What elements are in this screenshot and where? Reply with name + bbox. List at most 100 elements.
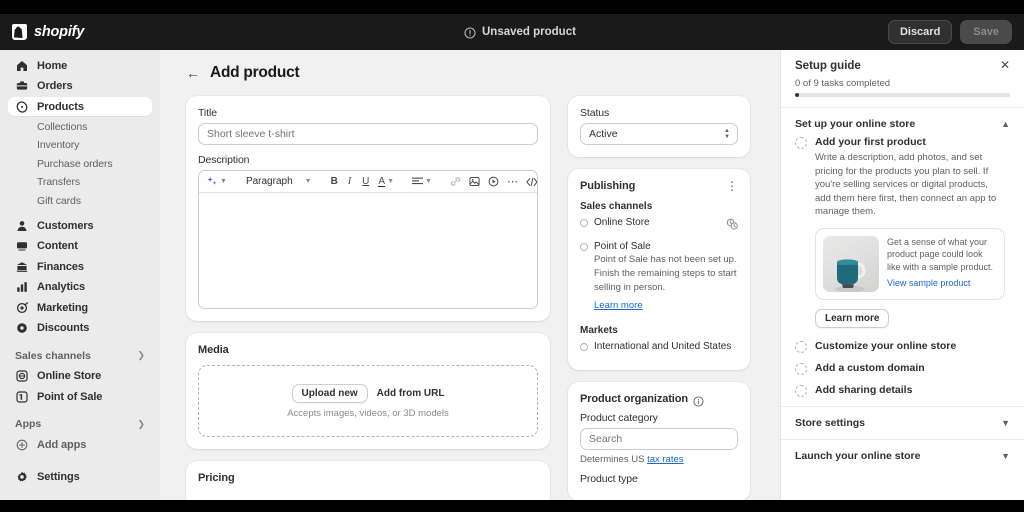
learn-more-button[interactable]: Learn more [815, 308, 890, 328]
align-left-icon[interactable]: ▼ [409, 175, 435, 188]
status-select[interactable]: Active ▲ ▼ [580, 123, 738, 145]
description-textarea[interactable] [199, 193, 537, 308]
letterbox-bottom [0, 500, 1024, 512]
underline-button[interactable]: U [358, 174, 373, 189]
setup-guide-title: Setup guide [795, 60, 861, 72]
sidebar-item-customers[interactable]: Customers [8, 216, 152, 235]
chevron-down-icon: ▼ [387, 178, 394, 185]
setup-task-custom-domain[interactable]: Add a custom domain [795, 362, 1010, 375]
setup-task-sharing-details-label: Add sharing details [815, 384, 913, 396]
brand[interactable]: shopify [12, 24, 152, 40]
add-from-url-link[interactable]: Add from URL [377, 388, 445, 399]
market-value-label: International and United States [594, 341, 732, 352]
publishing-card-title: Publishing [580, 180, 636, 192]
save-button[interactable]: Save [960, 20, 1012, 44]
magic-wand-icon[interactable]: ▼ [204, 174, 230, 189]
text-color-button[interactable]: A ▼ [375, 175, 397, 189]
sidebar-item-marketing[interactable]: Marketing [8, 298, 152, 317]
setup-guide-section-store-settings[interactable]: Store settings ▼ [795, 407, 1010, 435]
code-icon[interactable] [523, 175, 537, 189]
arrow-left-icon[interactable]: ← [186, 66, 200, 80]
main-content: ← Add product Title Description [160, 50, 780, 500]
sidebar-item-analytics-label: Analytics [37, 281, 86, 293]
setup-guide-section-store-settings-label: Store settings [795, 416, 866, 429]
setup-task-custom-domain-label: Add a custom domain [815, 362, 925, 374]
product-organization-title: Product organization [580, 393, 689, 405]
setup-guide-section-online-store[interactable]: Set up your online store ▲ [795, 108, 1010, 136]
setup-guide-section-launch-store[interactable]: Launch your online store ▼ [795, 440, 1010, 468]
insert-image-icon[interactable] [466, 174, 483, 189]
setup-task-customize-store[interactable]: Customize your online store [795, 340, 1010, 353]
sidebar-section-apps[interactable]: Apps ❯ [8, 415, 152, 433]
status-card: Status Active ▲ ▼ [568, 96, 750, 157]
upload-new-button[interactable]: Upload new [291, 383, 368, 403]
title-description-card: Title Description ▼ [186, 96, 550, 321]
setup-task-sharing-details[interactable]: Add sharing details [795, 384, 1010, 397]
sidebar-item-add-apps[interactable]: Add apps [8, 435, 152, 454]
sidebar-item-home[interactable]: Home [8, 56, 152, 75]
sidebar-item-orders[interactable]: Orders [8, 77, 152, 96]
point-of-sale-description: Point of Sale has not been set up. Finis… [594, 254, 737, 293]
sidebar-section-sales-channels[interactable]: Sales channels ❯ [8, 347, 152, 365]
sidebar-item-orders-label: Orders [37, 80, 73, 92]
learn-more-link[interactable]: Learn more [594, 300, 643, 311]
mug-photo [823, 235, 879, 292]
product-organization-header: Product organization [580, 393, 738, 407]
sidebar-item-inventory[interactable]: Inventory [8, 136, 152, 154]
market-row[interactable]: International and United States [580, 341, 738, 352]
task-status-circle[interactable] [795, 384, 807, 397]
sidebar-item-gift-cards[interactable]: Gift cards [8, 192, 152, 210]
megaphone-icon [15, 301, 29, 315]
description-editor: ▼ Paragraph ▼ B I U A ▼ ▼ ⋯ [198, 170, 538, 309]
insert-video-icon[interactable] [485, 174, 502, 189]
unsaved-status: Unsaved product [152, 26, 888, 39]
task-status-circle[interactable] [795, 137, 807, 149]
sidebar-item-online-store[interactable]: Online Store [8, 367, 152, 386]
info-circle-icon[interactable] [693, 394, 704, 407]
task-status-circle[interactable] [795, 340, 807, 353]
sidebar-item-marketing-label: Marketing [37, 301, 89, 314]
bold-button[interactable]: B [328, 174, 341, 189]
online-store-icon [15, 369, 29, 383]
block-format-value: Paragraph [245, 176, 293, 187]
sidebar-item-point-of-sale[interactable]: Point of Sale [8, 387, 152, 406]
close-icon[interactable]: ✕ [1000, 59, 1010, 71]
sidebar-item-products-label: Products [37, 100, 84, 113]
italic-button[interactable]: I [343, 174, 356, 189]
ellipsis-icon[interactable]: ⋯ [504, 173, 522, 190]
sidebar-item-content[interactable]: Content [8, 237, 152, 256]
sidebar-item-collections[interactable]: Collections [8, 118, 152, 136]
person-icon [15, 219, 29, 233]
sidebar-item-purchase-orders[interactable]: Purchase orders [8, 155, 152, 173]
tax-rates-link[interactable]: tax rates [647, 454, 683, 465]
discard-button[interactable]: Discard [887, 20, 953, 44]
shopify-bag-icon [12, 24, 27, 40]
vertical-dots-icon[interactable]: ⋮ [726, 180, 738, 192]
schedule-icon[interactable] [726, 217, 738, 235]
view-sample-product-link[interactable]: View sample product [887, 278, 970, 288]
sidebar-item-products[interactable]: Products [8, 97, 152, 116]
setup-task-add-first-product[interactable]: Add your first product Write a descripti… [795, 136, 1010, 219]
channel-radio[interactable] [580, 243, 588, 251]
sidebar-item-settings-label: Settings [37, 471, 80, 483]
link-icon[interactable] [447, 174, 464, 189]
sidebar-item-analytics[interactable]: Analytics [8, 278, 152, 297]
status-select-value: Active [589, 128, 618, 140]
market-radio[interactable] [580, 343, 588, 351]
block-format-dropdown[interactable]: Paragraph ▼ [242, 174, 316, 189]
setup-guide-progress-text: 0 of 9 tasks completed [795, 78, 891, 89]
product-category-search-input[interactable] [580, 428, 738, 450]
sidebar-item-settings[interactable]: Settings [8, 468, 152, 487]
description-field-label: Description [198, 154, 250, 166]
channel-radio[interactable] [580, 219, 588, 227]
media-dropzone[interactable]: Upload new Add from URL Accepts images, … [198, 365, 538, 437]
sidebar-item-content-label: Content [37, 240, 78, 252]
title-input[interactable] [198, 123, 538, 145]
sidebar-item-discounts[interactable]: Discounts [8, 319, 152, 338]
task-status-circle[interactable] [795, 362, 807, 375]
sidebar-item-finances[interactable]: Finances [8, 257, 152, 276]
sidebar-item-transfers[interactable]: Transfers [8, 173, 152, 191]
channel-row-point-of-sale[interactable]: Point of Sale Point of Sale has not been… [580, 241, 738, 313]
channel-row-online-store[interactable]: Online Store [580, 217, 738, 235]
setup-guide-progress-bar [795, 93, 1010, 97]
